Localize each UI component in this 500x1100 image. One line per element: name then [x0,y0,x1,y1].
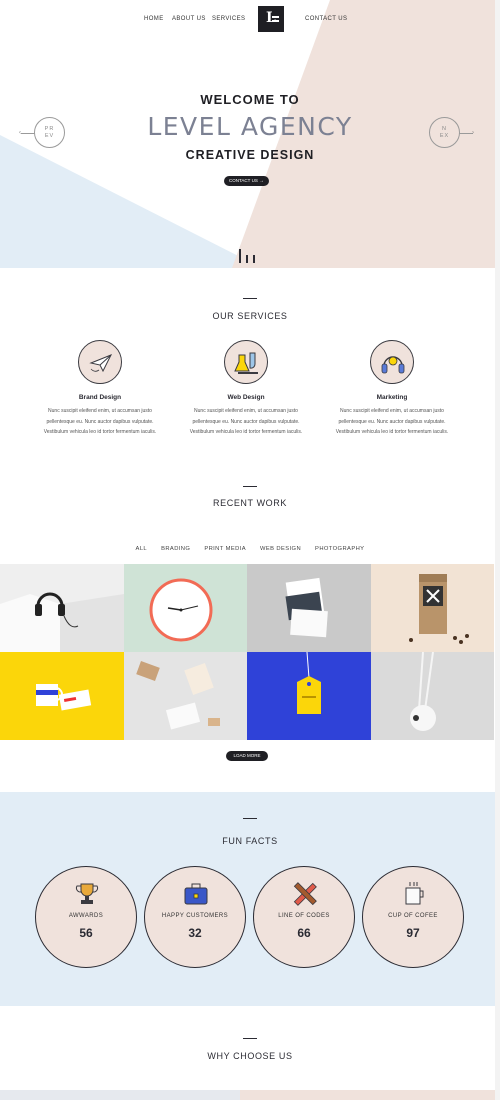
brand-logo[interactable]: L [258,6,284,32]
why-section-preview [0,1090,500,1100]
fact-value: 32 [188,926,202,940]
section-divider [243,486,257,487]
filter-web-design[interactable]: WEB DESIGN [260,546,301,552]
filter-photography[interactable]: PHOTOGRAPHY [315,546,364,552]
load-more-button[interactable]: LOAD MORE [226,751,268,761]
service-card-web-design: Web Design Nunc suscipit eleifend enim, … [178,340,314,438]
portfolio-tile-business-cards[interactable] [247,564,371,652]
fact-awwards: AWWARDS 56 [35,866,137,968]
service-name: Marketing [376,394,408,401]
service-description: Nunc suscipit eleifend enim, ut accumsan… [335,408,449,435]
fact-label: HAPPY CUSTOMERS [161,913,229,919]
nav-services[interactable]: SERVICES [212,16,245,22]
portfolio-tile-headphones[interactable] [0,564,124,652]
filter-brading[interactable]: BRADING [161,546,190,552]
trophy-icon [75,883,99,904]
fact-cup-of-cofee: CUP OF COFEE 97 [362,866,464,968]
service-card-brand-design: Brand Design Nunc suscipit eleifend enim… [32,340,168,438]
services-title: OUR SERVICES [212,311,288,321]
fact-line-of-codes: LINE OF CODES 66 [253,866,355,968]
fact-value: 97 [406,926,420,940]
contact-us-label: CONTACT US [229,178,258,183]
coffee-cup-icon [405,882,424,905]
nav-about-us[interactable]: ABOUT US [172,16,206,22]
portfolio-grid [0,564,494,740]
contact-us-button[interactable]: CONTACT US → [224,176,269,186]
hero-title: LEVEL AGENCY [147,112,353,141]
hero-subtitle: CREATIVE DESIGN [185,148,315,162]
flask-icon [224,340,268,384]
service-description: Nunc suscipit eleifend enim, ut accumsan… [43,408,157,435]
fun-facts-section: FUN FACTS AWWARDS 56 HAPPY CUSTOMERS 32 … [0,792,500,1006]
portfolio-tile-coffee-bag[interactable] [370,564,494,652]
section-divider [243,1038,257,1039]
service-card-marketing: Marketing Nunc suscipit eleifend enim, u… [324,340,460,438]
hero-section: HOME ABOUT US SERVICES CONTACT US L ‹ PR… [0,0,500,268]
filter-all[interactable]: ALL [136,546,148,552]
top-nav: HOME ABOUT US SERVICES CONTACT US [0,14,500,34]
portfolio-tile-hang-tag[interactable] [247,652,371,740]
section-divider [243,298,257,299]
portfolio-tile-stationery[interactable] [123,652,247,740]
fact-value: 66 [297,926,311,940]
briefcase-icon [184,883,208,905]
headphones-icon [370,340,414,384]
service-description: Nunc suscipit eleifend enim, ut accumsan… [189,408,303,435]
recent-work-title: RECENT WORK [213,498,287,508]
service-name: Web Design [227,394,265,401]
portfolio-tile-mug-and-card[interactable] [0,652,124,740]
logo-letter: L [266,10,276,26]
why-choose-us-title: WHY CHOOSE US [207,1051,293,1061]
fact-value: 56 [79,926,93,940]
fun-facts-title: FUN FACTS [222,836,278,846]
portfolio-tile-desk-lamp[interactable] [370,652,494,740]
paper-plane-icon [78,340,122,384]
portfolio-tile-wall-clock[interactable] [123,564,247,652]
fact-label: LINE OF CODES [278,913,330,919]
portfolio-filters: ALL BRADING PRINT MEDIA WEB DESIGN PHOTO… [0,546,500,552]
pencil-ruler-icon [293,882,317,906]
nav-home[interactable]: HOME [144,16,164,22]
nav-contact-us[interactable]: CONTACT US [305,16,347,22]
fact-label: CUP OF COFEE [388,913,438,919]
fact-happy-customers: HAPPY CUSTOMERS 32 [144,866,246,968]
page-scrollbar[interactable] [495,0,500,1100]
fact-label: AWWARDS [68,913,104,919]
section-divider [243,818,257,819]
arrow-right-icon: → [259,178,264,184]
service-name: Brand Design [78,394,122,401]
filter-print-media[interactable]: PRINT MEDIA [204,546,246,552]
hero-welcome: WELCOME TO [200,92,300,107]
